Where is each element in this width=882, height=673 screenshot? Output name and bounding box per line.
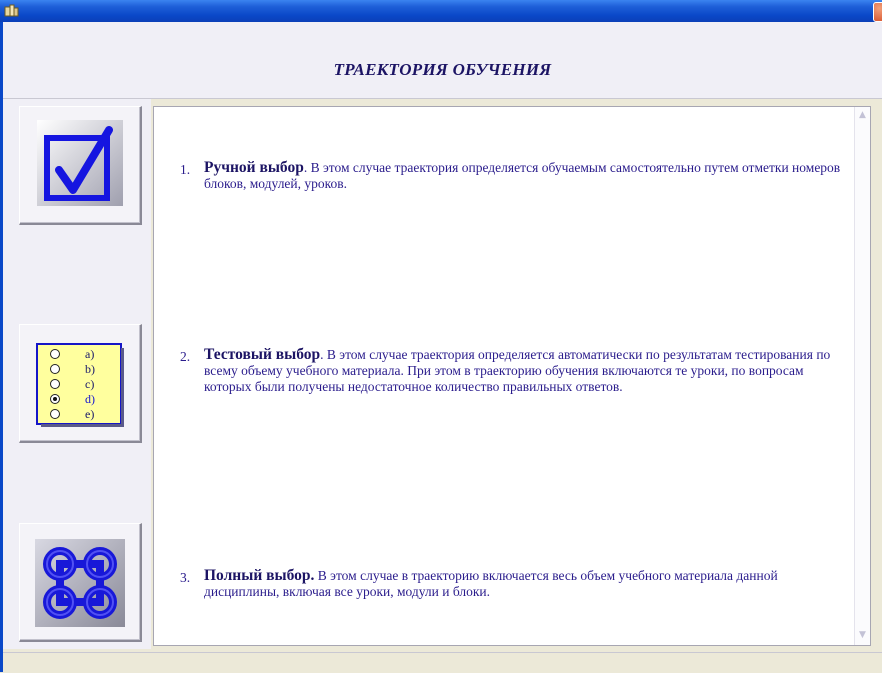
content-panel: 1. Ручной выбор. В этом случае траектори… (153, 106, 871, 646)
item-title: Тестовый выбор (204, 346, 321, 363)
item-number: 2. (180, 349, 191, 364)
test-choice-button[interactable]: a) b) c) d) e) (19, 324, 142, 443)
list-item: 3. Полный выбор. В этом случае в траекто… (180, 568, 850, 600)
item-title: Ручной выбор (204, 159, 304, 176)
item-title: Полный выбор. (204, 567, 315, 584)
app-icon[interactable] (4, 3, 20, 19)
scroll-down-icon[interactable]: ▼ (857, 630, 868, 641)
page-title: ТРАЕКТОРИЯ ОБУЧЕНИЯ (333, 60, 552, 79)
list-item: 2. Тестовый выбор. В этом случае траекто… (180, 347, 850, 395)
scroll-up-icon[interactable]: ▲ (857, 110, 868, 121)
radio-option-e: e) (85, 407, 94, 421)
radio-option-d: d) (85, 392, 95, 406)
radio-option-c: c) (85, 377, 94, 391)
checkbox-check-icon (37, 120, 123, 206)
manual-choice-button[interactable] (19, 106, 142, 225)
status-bar (3, 652, 882, 673)
header: ТРАЕКТОРИЯ ОБУЧЕНИЯ (3, 22, 882, 99)
full-choice-button[interactable] (19, 523, 142, 642)
close-button[interactable] (873, 2, 882, 22)
list-item: 1. Ручной выбор. В этом случае траектори… (180, 160, 850, 192)
radio-list-icon: a) b) c) d) e) (36, 343, 124, 427)
title-bar (0, 0, 882, 22)
radio-option-a: a) (85, 347, 94, 361)
command-knot-icon (35, 539, 125, 627)
item-number: 3. (180, 570, 191, 585)
radio-option-b: b) (85, 362, 95, 376)
item-number: 1. (180, 162, 191, 177)
vertical-scrollbar[interactable]: ▲ ▼ (854, 107, 870, 645)
